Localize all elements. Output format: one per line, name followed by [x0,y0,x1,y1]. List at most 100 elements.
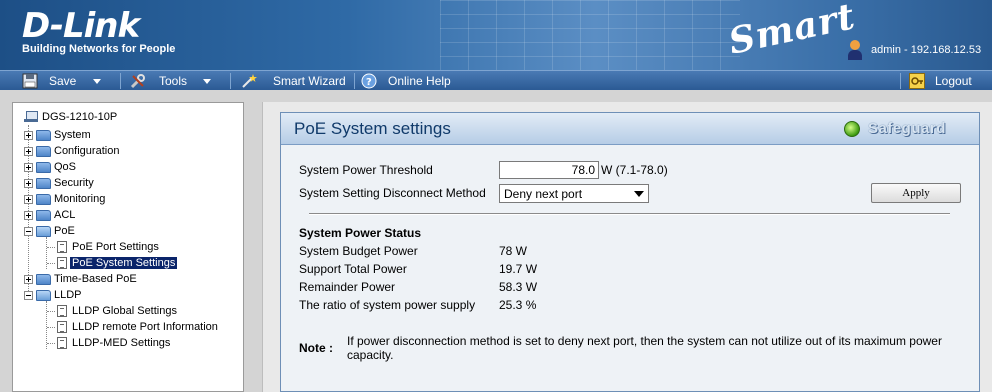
tree-item-system[interactable]: System [24,127,91,143]
folder-icon [36,177,51,189]
tree-item-label: Configuration [54,145,120,157]
tree-root-label: DGS-1210-10P [42,111,118,123]
expand-plus-icon[interactable] [24,210,33,220]
floppy-disk-icon [22,73,38,89]
wizard-wand-icon [241,73,257,89]
power-status-heading: System Power Status [299,226,422,240]
note-text: If power disconnection method is set to … [347,334,942,362]
power-threshold-input[interactable] [499,161,599,179]
tree-item-label: PoE Port Settings [72,241,159,253]
save-label: Save [49,73,77,88]
apply-button[interactable]: Apply [871,183,961,203]
tree-item-label: ACL [54,209,76,221]
tree-item-label: LLDP [54,289,82,301]
toolbar-divider [354,73,355,89]
panel-title-bar: PoE System settings Safeguard [281,113,979,145]
expand-plus-icon[interactable] [24,146,33,156]
collapse-minus-icon[interactable] [24,290,33,300]
toolbar-divider [120,73,121,89]
threshold-label: System Power Threshold [299,163,433,177]
safeguard-label: Safeguard [868,120,946,137]
tree-item-label: LLDP remote Port Information [72,321,218,333]
tree-item-security[interactable]: Security [24,175,94,191]
chevron-down-icon [203,78,212,84]
svg-text:?: ? [366,77,372,88]
tree-item-label: Time-Based PoE [54,273,137,285]
status-label: System Budget Power [299,244,418,258]
banner-decoration [440,0,740,70]
tree-item-poe-port-settings[interactable]: PoE Port Settings [47,239,159,255]
folder-icon [36,209,51,221]
tree-item-lldp-remote-port-information[interactable]: LLDP remote Port Information [47,319,218,335]
online-help-label: Online Help [388,73,451,88]
page-icon [57,321,67,333]
logout-label: Logout [935,73,972,88]
tree-item-qos[interactable]: QoS [24,159,76,175]
tree-item-monitoring[interactable]: Monitoring [24,191,105,207]
disconnect-method-label: System Setting Disconnect Method [299,186,486,200]
tree-item-configuration[interactable]: Configuration [24,143,119,159]
header-banner: D-Link Building Networks for People Smar… [0,0,992,70]
tree-item-label-selected: PoE System Settings [70,257,178,269]
status-value: 25.3 % [499,298,537,312]
folder-icon [36,273,51,285]
threshold-unit: W (7.1-78.0) [601,163,668,177]
toolbar-divider [230,73,231,89]
tree-item-poe[interactable]: PoE [24,223,75,239]
key-icon [909,73,925,89]
dlink-logo: D-Link [22,6,140,46]
tools-menu[interactable]: Tools [130,71,212,91]
folder-icon [36,193,51,205]
disconnect-method-select[interactable]: Deny next port [499,184,649,203]
tree-connector [47,326,55,328]
tree-item-label: Monitoring [54,193,106,205]
folder-icon [36,145,51,157]
expand-plus-icon[interactable] [24,178,33,188]
tree-item-acl[interactable]: ACL [24,207,75,223]
section-divider [309,213,950,215]
tree-item-label: LLDP-MED Settings [72,337,171,349]
toolbar-divider [900,73,901,89]
expand-plus-icon[interactable] [24,162,33,172]
save-menu[interactable]: Save [22,71,102,91]
wrench-icon [130,73,146,89]
logo-tagline: Building Networks for People [22,43,176,55]
status-label: The ratio of system power supply [299,298,476,312]
tree-connector [47,262,55,264]
folder-open-icon [36,289,51,301]
expand-plus-icon[interactable] [24,274,33,284]
tree-item-label: System [54,129,91,141]
logout-button[interactable]: Logout [909,71,972,91]
tree-item-lldp-global-settings[interactable]: LLDP Global Settings [47,303,177,319]
online-help-button[interactable]: ? Online Help [361,71,451,91]
user-icon [848,40,862,60]
tree-item-lldp-med-settings[interactable]: LLDP-MED Settings [47,335,170,351]
disconnect-method-value: Deny next port [504,186,583,201]
tree-item-time-based-poe[interactable]: Time-Based PoE [24,271,137,287]
status-value: 19.7 W [499,262,538,276]
tree-item-lldp[interactable]: LLDP [24,287,82,303]
tree-item-poe-system-settings[interactable]: PoE System Settings [47,255,178,271]
help-globe-icon: ? [361,73,377,89]
tree-item-label: QoS [54,161,77,173]
collapse-minus-icon[interactable] [24,226,33,236]
tree-connector [47,342,55,344]
tools-label: Tools [159,73,188,88]
page-icon [57,241,67,253]
smart-brand-logo: Smart [725,0,859,63]
page-icon [57,305,67,317]
tree-item-label: Security [54,177,94,189]
tree-root-device[interactable]: DGS-1210-10P [24,109,117,125]
status-value: 78 W [499,244,528,258]
page-icon [57,337,67,349]
folder-icon [36,129,51,141]
smart-wizard-button[interactable]: Smart Wizard [241,71,346,91]
expand-plus-icon[interactable] [24,194,33,204]
status-value: 58.3 W [499,280,538,294]
chevron-down-icon [93,78,102,84]
note-label: Note : [299,341,333,355]
expand-plus-icon[interactable] [24,130,33,140]
chevron-down-icon [634,191,644,197]
status-light-icon [844,120,860,137]
user-info: admin - 192.168.12.53 [871,44,982,56]
